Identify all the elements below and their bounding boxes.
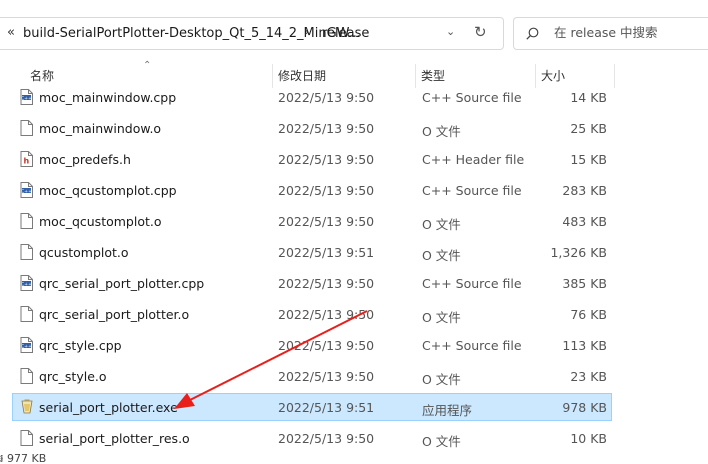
column-divider[interactable]: [614, 64, 615, 88]
file-name: qcustomplot.o: [39, 245, 129, 260]
file-size: 978 KB: [562, 400, 607, 415]
refresh-icon[interactable]: ↻: [474, 23, 487, 41]
file-type: C++ Source file: [422, 276, 522, 291]
file-row[interactable]: qrc_style.o 2022/5/13 9:50 O 文件 23 KB: [12, 362, 612, 390]
file-row[interactable]: serial_port_plotter_res.o 2022/5/13 9:50…: [12, 424, 612, 452]
file-size: 25 KB: [570, 121, 607, 136]
file-name: qrc_serial_port_plotter.o: [39, 307, 190, 322]
file-row[interactable]: qrc_serial_port_plotter.o 2022/5/13 9:50…: [12, 300, 612, 328]
file-size: 113 KB: [562, 338, 607, 353]
column-header-size[interactable]: 大小: [541, 67, 565, 84]
address-bar[interactable]: « build-SerialPortPlotter-Desktop_Qt_5_1…: [0, 17, 504, 50]
breadcrumb-parent-folder[interactable]: build-SerialPortPlotter-Desktop_Qt_5_14_…: [23, 26, 360, 41]
column-header-name[interactable]: 名称: [30, 67, 54, 84]
breadcrumb-separator-icon[interactable]: ›: [304, 25, 309, 40]
file-row[interactable]: C++ moc_mainwindow.cpp 2022/5/13 9:50 C+…: [12, 83, 612, 111]
file-name: moc_predefs.h: [39, 152, 131, 167]
file-size: 483 KB: [562, 214, 607, 229]
file-date: 2022/5/13 9:50: [278, 307, 375, 322]
blank-file-icon: [20, 213, 33, 229]
search-icon: [526, 27, 539, 40]
file-name: serial_port_plotter.exe: [39, 400, 178, 415]
search-box[interactable]: [513, 17, 708, 50]
file-date: 2022/5/13 9:51: [278, 245, 375, 260]
file-date: 2022/5/13 9:50: [278, 90, 375, 105]
file-type: O 文件: [422, 124, 461, 139]
column-header-date[interactable]: 修改日期: [278, 67, 326, 84]
file-size: 23 KB: [570, 369, 607, 384]
file-name: moc_mainwindow.cpp: [39, 90, 177, 105]
file-name: qrc_style.cpp: [39, 338, 122, 353]
svg-text:C++: C++: [21, 95, 32, 101]
file-date: 2022/5/13 9:51: [278, 400, 375, 415]
file-date: 2022/5/13 9:50: [278, 183, 375, 198]
sort-ascending-icon: ⌃: [143, 60, 152, 71]
cpp-file-icon: C++: [20, 89, 33, 105]
file-type: O 文件: [422, 372, 461, 387]
cpp-file-icon: C++: [20, 182, 33, 198]
file-date: 2022/5/13 9:50: [278, 276, 375, 291]
exe-app-icon: [20, 399, 33, 415]
file-date: 2022/5/13 9:50: [278, 338, 375, 353]
blank-file-icon: [20, 368, 33, 384]
file-type: C++ Source file: [422, 90, 522, 105]
file-type: O 文件: [422, 310, 461, 325]
file-name: moc_qcustomplot.o: [39, 214, 162, 229]
file-row[interactable]: moc_qcustomplot.o 2022/5/13 9:50 O 文件 48…: [12, 207, 612, 235]
navigation-bar: « build-SerialPortPlotter-Desktop_Qt_5_1…: [0, 0, 708, 56]
header-file-icon: h: [20, 151, 33, 167]
svg-text:C++: C++: [21, 188, 32, 194]
file-size: 385 KB: [562, 276, 607, 291]
file-row[interactable]: C++ qrc_style.cpp 2022/5/13 9:50 C++ Sou…: [12, 331, 612, 359]
file-row[interactable]: C++ moc_qcustomplot.cpp 2022/5/13 9:50 C…: [12, 176, 612, 204]
file-name: serial_port_plotter_res.o: [39, 431, 190, 446]
file-row[interactable]: moc_mainwindow.o 2022/5/13 9:50 O 文件 25 …: [12, 114, 612, 142]
file-date: 2022/5/13 9:50: [278, 214, 375, 229]
file-row[interactable]: C++ qrc_serial_port_plotter.cpp 2022/5/1…: [12, 269, 612, 297]
column-header-type[interactable]: 类型: [421, 67, 445, 84]
file-row[interactable]: h moc_predefs.h 2022/5/13 9:50 C++ Heade…: [12, 145, 612, 173]
blank-file-icon: [20, 306, 33, 322]
cpp-file-icon: C++: [20, 337, 33, 353]
file-type: C++ Source file: [422, 183, 522, 198]
file-name: qrc_serial_port_plotter.cpp: [39, 276, 205, 291]
blank-file-icon: [20, 244, 33, 260]
search-input[interactable]: [554, 25, 704, 40]
file-date: 2022/5/13 9:50: [278, 431, 375, 446]
file-name: qrc_style.o: [39, 369, 107, 384]
address-dropdown-icon[interactable]: ⌄: [446, 25, 455, 38]
blank-file-icon: [20, 430, 33, 446]
file-size: 76 KB: [570, 307, 607, 322]
file-date: 2022/5/13 9:50: [278, 152, 375, 167]
file-type: 应用程序: [422, 403, 473, 418]
file-row-selected[interactable]: serial_port_plotter.exe 2022/5/13 9:51 应…: [12, 393, 612, 421]
file-date: 2022/5/13 9:50: [278, 369, 375, 384]
file-date: 2022/5/13 9:50: [278, 121, 375, 136]
svg-text:C++: C++: [21, 343, 32, 349]
file-type: C++ Header file: [422, 152, 525, 167]
file-size: 14 KB: [570, 90, 607, 105]
cpp-file-icon: C++: [20, 275, 33, 291]
file-size: 283 KB: [562, 183, 607, 198]
file-size: 15 KB: [570, 152, 607, 167]
file-type: C++ Source file: [422, 338, 522, 353]
file-size: 10 KB: [570, 431, 607, 446]
blank-file-icon: [20, 120, 33, 136]
file-type: O 文件: [422, 248, 461, 263]
svg-text:h: h: [23, 157, 29, 166]
file-name: moc_mainwindow.o: [39, 121, 162, 136]
more-locations-chevron-icon[interactable]: «: [7, 25, 15, 40]
status-selection-size: ៛ 977 KB: [0, 452, 47, 464]
status-bar: [0, 452, 708, 464]
file-type: O 文件: [422, 434, 461, 449]
file-type: O 文件: [422, 217, 461, 232]
file-row[interactable]: qcustomplot.o 2022/5/13 9:51 O 文件 1,326 …: [12, 238, 612, 266]
breadcrumb-current-folder[interactable]: release: [322, 26, 369, 41]
file-name: moc_qcustomplot.cpp: [39, 183, 177, 198]
file-size: 1,326 KB: [550, 245, 607, 260]
svg-text:C++: C++: [21, 281, 32, 287]
